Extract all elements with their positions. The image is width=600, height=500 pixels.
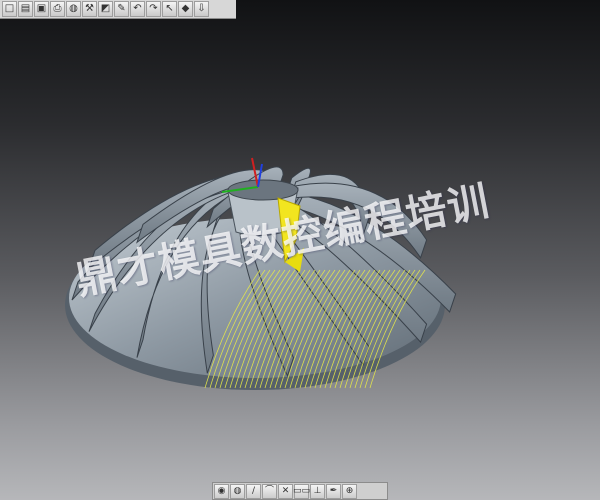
- shade-icon[interactable]: ◉: [214, 484, 229, 499]
- bottom-toolbar: ◉ ◍ ∕ ⌒ ✕ ▭▭ ⊥ ✒ ⊕: [212, 482, 388, 500]
- wrench-icon[interactable]: ⚒: [82, 1, 97, 17]
- probe-icon[interactable]: ⊥: [310, 484, 325, 499]
- info-icon[interactable]: ⇩: [194, 1, 209, 17]
- zoom-icon[interactable]: ⊕: [342, 484, 357, 499]
- cube-icon[interactable]: ◩: [98, 1, 113, 17]
- open-folder-icon[interactable]: ▤: [18, 1, 33, 17]
- render-icon[interactable]: ◆: [178, 1, 193, 17]
- globe-icon[interactable]: ◍: [66, 1, 81, 17]
- redo-icon[interactable]: ↷: [146, 1, 161, 17]
- line-tool-icon[interactable]: ∕: [246, 484, 261, 499]
- brush-icon[interactable]: ✒: [326, 484, 341, 499]
- save-icon[interactable]: ▣: [34, 1, 49, 17]
- select-arrow-icon[interactable]: ↖: [162, 1, 177, 17]
- cross-tool-icon[interactable]: ✕: [278, 484, 293, 499]
- sphere-icon[interactable]: ◍: [230, 484, 245, 499]
- measure-icon[interactable]: ▭▭: [293, 484, 310, 499]
- new-file-icon[interactable]: □: [2, 1, 17, 17]
- print-icon[interactable]: ⎙: [50, 1, 65, 17]
- pencil-icon[interactable]: ✎: [114, 1, 129, 17]
- 3d-viewport[interactable]: 鼎才模具数控编程培训: [0, 19, 600, 481]
- undo-icon[interactable]: ↶: [130, 1, 145, 17]
- top-toolbar: □ ▤ ▣ ⎙ ◍ ⚒ ◩ ✎ ↶ ↷ ↖ ◆ ⇩: [0, 0, 236, 19]
- arc-tool-icon[interactable]: ⌒: [262, 484, 277, 499]
